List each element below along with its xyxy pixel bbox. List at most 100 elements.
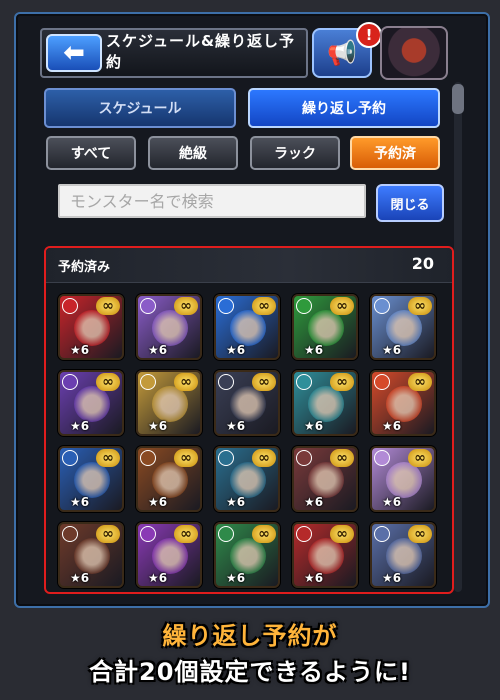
- star-rank: ★6: [382, 571, 402, 585]
- monster-card[interactable]: ∞ ★6: [370, 446, 436, 512]
- infinity-badge-icon: ∞: [96, 373, 120, 391]
- monster-card[interactable]: ∞ ★6: [292, 294, 358, 360]
- star-rank: ★6: [148, 571, 168, 585]
- infinity-badge-icon: ∞: [96, 525, 120, 543]
- infinity-badge-icon: ∞: [252, 449, 276, 467]
- monster-card[interactable]: ∞ ★6: [58, 294, 124, 360]
- filter-reserved[interactable]: 予約済: [350, 136, 440, 170]
- infinity-badge-icon: ∞: [174, 373, 198, 391]
- infinity-badge-icon: ∞: [330, 449, 354, 467]
- back-arrow-icon: ⬅: [63, 38, 85, 68]
- infinity-badge-icon: ∞: [330, 373, 354, 391]
- monster-card[interactable]: ∞ ★6: [136, 370, 202, 436]
- infinity-badge-icon: ∞: [174, 449, 198, 467]
- element-orb-icon: [374, 298, 390, 314]
- monster-portrait: [386, 538, 422, 574]
- infinity-badge-icon: ∞: [252, 297, 276, 315]
- star-rank: ★6: [70, 343, 90, 357]
- element-orb-icon: [374, 374, 390, 390]
- monster-card[interactable]: ∞ ★6: [214, 446, 280, 512]
- monster-card[interactable]: ∞ ★6: [214, 370, 280, 436]
- monster-portrait: [230, 462, 266, 498]
- reserved-header: 予約済み 20: [46, 248, 452, 283]
- filter-extreme[interactable]: 絶級: [148, 136, 238, 170]
- star-rank: ★6: [70, 571, 90, 585]
- monster-portrait: [230, 310, 266, 346]
- monster-card[interactable]: ∞ ★6: [370, 370, 436, 436]
- element-orb-icon: [218, 374, 234, 390]
- star-rank: ★6: [148, 343, 168, 357]
- star-rank: ★6: [70, 495, 90, 509]
- star-rank: ★6: [70, 419, 90, 433]
- element-orb-icon: [296, 298, 312, 314]
- monster-card[interactable]: ∞ ★6: [214, 522, 280, 588]
- monster-portrait: [308, 538, 344, 574]
- monster-portrait: [152, 538, 188, 574]
- infinity-badge-icon: ∞: [174, 297, 198, 315]
- element-orb-icon: [62, 450, 78, 466]
- star-rank: ★6: [304, 495, 324, 509]
- speaker-icon: 📢: [327, 39, 357, 67]
- monster-portrait: [74, 462, 110, 498]
- star-rank: ★6: [226, 495, 246, 509]
- tab-repeat-reservation[interactable]: 繰り返し予約: [248, 88, 440, 128]
- monster-avatar-icon[interactable]: [380, 26, 448, 80]
- monster-portrait: [74, 538, 110, 574]
- screen-title: スケジュール&繰り返し予約: [106, 32, 296, 71]
- scrollbar-track[interactable]: [454, 82, 462, 592]
- monster-card[interactable]: ∞ ★6: [58, 446, 124, 512]
- monster-card[interactable]: ∞ ★6: [136, 294, 202, 360]
- monster-portrait: [386, 462, 422, 498]
- star-rank: ★6: [382, 495, 402, 509]
- monster-search-input[interactable]: [58, 184, 366, 218]
- element-orb-icon: [374, 450, 390, 466]
- monster-card[interactable]: ∞ ★6: [292, 370, 358, 436]
- reserved-count: 20: [411, 254, 434, 273]
- monster-portrait: [308, 310, 344, 346]
- element-orb-icon: [218, 526, 234, 542]
- element-orb-icon: [218, 450, 234, 466]
- monster-portrait: [74, 386, 110, 422]
- infinity-badge-icon: ∞: [174, 525, 198, 543]
- infinity-badge-icon: ∞: [408, 525, 432, 543]
- monster-portrait: [386, 386, 422, 422]
- star-rank: ★6: [382, 419, 402, 433]
- infinity-badge-icon: ∞: [408, 297, 432, 315]
- star-rank: ★6: [226, 571, 246, 585]
- infinity-badge-icon: ∞: [96, 449, 120, 467]
- star-rank: ★6: [304, 571, 324, 585]
- monster-card[interactable]: ∞ ★6: [292, 522, 358, 588]
- monster-card[interactable]: ∞ ★6: [292, 446, 358, 512]
- monster-portrait: [230, 538, 266, 574]
- close-search-button[interactable]: 閉じる: [376, 184, 444, 222]
- monster-portrait: [308, 386, 344, 422]
- element-orb-icon: [140, 450, 156, 466]
- infinity-badge-icon: ∞: [330, 525, 354, 543]
- filter-all[interactable]: すべて: [46, 136, 136, 170]
- infinity-badge-icon: ∞: [252, 525, 276, 543]
- monster-card[interactable]: ∞ ★6: [136, 446, 202, 512]
- element-orb-icon: [62, 374, 78, 390]
- element-orb-icon: [140, 298, 156, 314]
- monster-card[interactable]: ∞ ★6: [58, 370, 124, 436]
- monster-card[interactable]: ∞ ★6: [370, 294, 436, 360]
- element-orb-icon: [140, 526, 156, 542]
- filter-luck[interactable]: ラック: [250, 136, 340, 170]
- tab-schedule[interactable]: スケジュール: [44, 88, 236, 128]
- monster-card[interactable]: ∞ ★6: [58, 522, 124, 588]
- infinity-badge-icon: ∞: [408, 449, 432, 467]
- back-button[interactable]: ⬅: [46, 34, 102, 72]
- monster-portrait: [308, 462, 344, 498]
- star-rank: ★6: [148, 495, 168, 509]
- scrollbar-thumb[interactable]: [452, 84, 464, 114]
- monster-card[interactable]: ∞ ★6: [136, 522, 202, 588]
- monster-card[interactable]: ∞ ★6: [214, 294, 280, 360]
- monster-portrait: [230, 386, 266, 422]
- element-orb-icon: [374, 526, 390, 542]
- monster-grid: ∞ ★6 ∞ ★6 ∞ ★6 ∞ ★6 ∞ ★6 ∞ ★6 ∞ ★6 ∞ ★6 ∞ ★6 ∞ ★6 ∞ ★6 ∞ ★6 ∞ ★6 ∞…: [58, 294, 442, 592]
- infinity-badge-icon: ∞: [408, 373, 432, 391]
- monster-card[interactable]: ∞ ★6: [370, 522, 436, 588]
- reserved-panel: 予約済み 20 ∞ ★6 ∞ ★6 ∞ ★6 ∞ ★6 ∞ ★6 ∞ ★6 ∞ ★6 ∞ ★6 ∞ ★6 ∞ ★6 ∞ ★…: [44, 246, 454, 594]
- infinity-badge-icon: ∞: [330, 297, 354, 315]
- promo-caption-line1: 繰り返し予約が: [162, 622, 338, 650]
